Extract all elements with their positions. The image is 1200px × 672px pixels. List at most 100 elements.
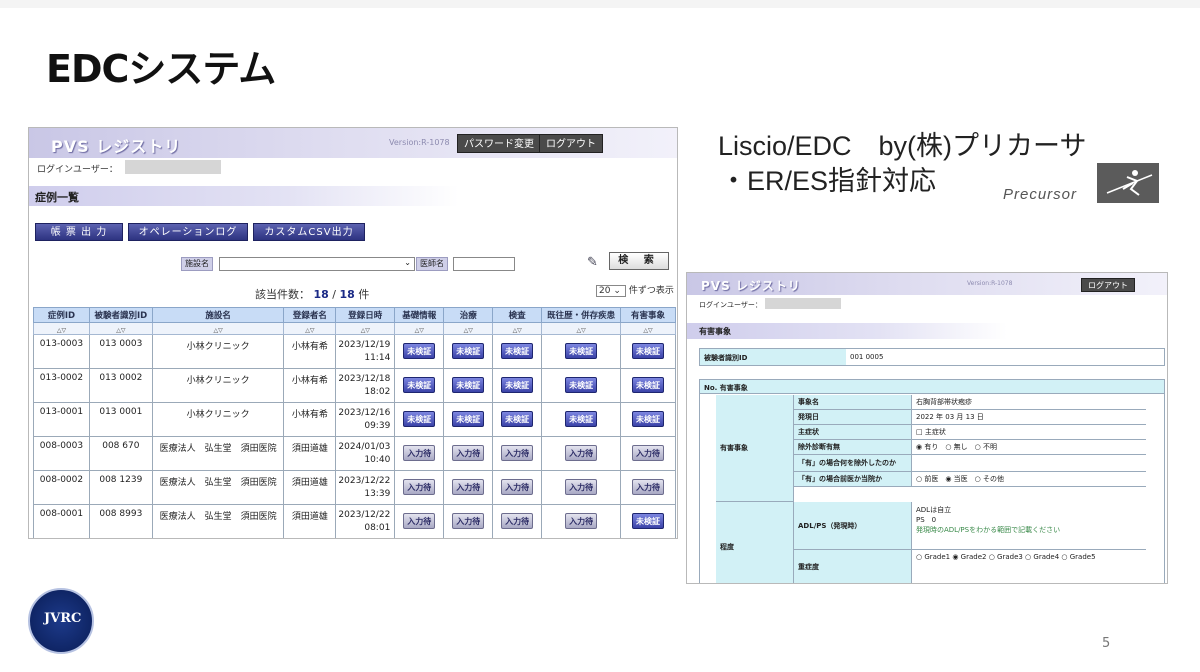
- custom-csv-button[interactable]: カスタムCSV出力: [253, 223, 365, 241]
- status-cell: 入力待: [541, 504, 622, 538]
- detail-login-label: ログインユーザー：: [699, 301, 762, 309]
- status-cell: 未検証: [443, 402, 494, 437]
- per-page-select[interactable]: 20 ⌄: [596, 285, 626, 297]
- facility-cell: 小林クリニック: [151, 334, 285, 369]
- sort-toggle-icon[interactable]: △▽: [33, 322, 90, 335]
- status-badge-button[interactable]: 未検証: [632, 343, 664, 359]
- status-cell: 未検証: [492, 368, 543, 403]
- operation-log-button[interactable]: オペレーションログ: [128, 223, 248, 241]
- grade-label: 重症度: [794, 550, 912, 583]
- sort-toggle-icon[interactable]: △▽: [492, 322, 543, 335]
- status-badge-button[interactable]: 未検証: [452, 411, 485, 427]
- sort-toggle-icon[interactable]: △▽: [394, 322, 445, 335]
- column-header[interactable]: 既往歴・併存疾患: [541, 307, 622, 323]
- status-badge-button[interactable]: 未検証: [403, 411, 436, 427]
- status-badge-button[interactable]: 未検証: [403, 343, 436, 359]
- status-cell: 未検証: [443, 334, 494, 369]
- ae-field-value[interactable]: ◉ 有り ○ 無し ○ 不明: [912, 440, 1146, 455]
- status-badge-button[interactable]: 未検証: [632, 377, 664, 393]
- status-badge-button[interactable]: 入力待: [403, 445, 436, 461]
- search-button[interactable]: 検 索: [609, 252, 669, 270]
- ae-field-value[interactable]: □ 主症状: [912, 425, 1146, 440]
- status-badge-button[interactable]: 入力待: [452, 513, 485, 529]
- column-header[interactable]: 施設名: [151, 307, 285, 323]
- sort-toggle-icon[interactable]: △▽: [88, 322, 153, 335]
- status-badge-button[interactable]: 未検証: [452, 377, 485, 393]
- sort-toggle-icon[interactable]: △▽: [541, 322, 622, 335]
- form-header: No. 有害事象: [700, 380, 1164, 394]
- column-header[interactable]: 検査: [492, 307, 543, 323]
- column-header[interactable]: 有害事象: [620, 307, 676, 323]
- registered-date: 2024/01/03: [338, 442, 391, 452]
- status-badge-button[interactable]: 未検証: [452, 343, 485, 359]
- column-header[interactable]: 症例ID: [33, 307, 90, 323]
- status-badge-button[interactable]: 未検証: [501, 343, 534, 359]
- pencil-icon[interactable]: ✎: [587, 255, 598, 270]
- status-badge-button[interactable]: 入力待: [565, 513, 598, 529]
- table-row[interactable]: 013-0003 013 0003 小林クリニック 小林有希 2023/12/19 11:…: [33, 334, 676, 369]
- status-badge-button[interactable]: 入力待: [452, 445, 485, 461]
- ae-field-label: 「有」の場合前医か当院か: [794, 472, 912, 487]
- status-badge-button[interactable]: 入力待: [501, 513, 534, 529]
- status-badge-button[interactable]: 入力待: [565, 445, 598, 461]
- column-header[interactable]: 治療: [443, 307, 494, 323]
- status-badge-button[interactable]: 入力待: [565, 479, 598, 495]
- ae-field-value[interactable]: [912, 455, 1146, 472]
- case-id-cell: 013-0001: [33, 402, 90, 437]
- sort-toggle-icon[interactable]: △▽: [151, 322, 285, 335]
- detail-login-value: [765, 298, 841, 309]
- status-badge-button[interactable]: 未検証: [501, 377, 534, 393]
- grade-radio-group[interactable]: ○ Grade1 ◉ Grade2 ○ Grade3 ○ Grade4 ○ Gr…: [912, 550, 1146, 583]
- registered-date: 2023/12/16: [338, 408, 391, 418]
- table-row[interactable]: 008-0002 008 1239 医療法人 弘生堂 須田医院 須田道雄 2023/12…: [33, 470, 676, 505]
- status-badge-button[interactable]: 入力待: [632, 479, 664, 495]
- ae-field-value[interactable]: 2022 年 03 月 13 日: [912, 410, 1146, 425]
- status-badge-button[interactable]: 未検証: [565, 411, 598, 427]
- status-badge-button[interactable]: 入力待: [632, 445, 664, 461]
- facility-cell: 医療法人 弘生堂 須田医院: [151, 470, 285, 505]
- column-header[interactable]: 登録日時: [335, 307, 396, 323]
- facility-select[interactable]: ⌄: [219, 257, 415, 271]
- registrant-cell: 須田道雄: [283, 504, 337, 538]
- table-row[interactable]: 008-0003 008 670 医療法人 弘生堂 須田医院 須田道雄 2024/01/…: [33, 436, 676, 471]
- column-header[interactable]: 登録者名: [283, 307, 337, 323]
- table-row[interactable]: 013-0002 013 0002 小林クリニック 小林有希 2023/12/18 18:…: [33, 368, 676, 403]
- sort-toggle-icon[interactable]: △▽: [335, 322, 396, 335]
- logout-button[interactable]: ログアウト: [539, 134, 603, 153]
- sort-toggle-icon[interactable]: △▽: [443, 322, 494, 335]
- ae-field-label: 発現日: [794, 410, 912, 425]
- ae-field-value[interactable]: 右胸背部帯状疱疹: [912, 395, 1146, 410]
- subject-id-value: 001 0005: [850, 353, 884, 361]
- report-output-button[interactable]: 帳 票 出 力: [35, 223, 123, 241]
- top-strip: [0, 0, 1200, 8]
- column-header[interactable]: 被験者識別ID: [88, 307, 153, 323]
- status-badge-button[interactable]: 入力待: [501, 479, 534, 495]
- sort-toggle-icon[interactable]: △▽: [620, 322, 676, 335]
- status-badge-button[interactable]: 未検証: [565, 377, 598, 393]
- registered-date: 2023/12/19: [338, 340, 391, 350]
- column-header[interactable]: 基礎情報: [394, 307, 445, 323]
- table-row[interactable]: 013-0001 013 0001 小林クリニック 小林有希 2023/12/16 09:…: [33, 402, 676, 437]
- adl-value[interactable]: ADLは自立 PS 0 発現時のADL/PSをわかる範囲で記載ください: [912, 502, 1146, 550]
- status-cell: 入力待: [394, 504, 445, 538]
- table-row[interactable]: 008-0001 008 8993 医療法人 弘生堂 須田医院 須田道雄 2023/12…: [33, 504, 676, 538]
- registrant-cell: 須田道雄: [283, 470, 337, 505]
- case-id-cell: 013-0003: [33, 334, 90, 369]
- status-badge-button[interactable]: 入力待: [501, 445, 534, 461]
- precursor-logo: [1097, 163, 1159, 203]
- sort-toggle-icon[interactable]: △▽: [283, 322, 337, 335]
- ae-field-value[interactable]: ○ 前医 ◉ 当医 ○ その他: [912, 472, 1146, 487]
- status-badge-button[interactable]: 未検証: [632, 513, 664, 529]
- doctor-input[interactable]: [453, 257, 515, 271]
- status-badge-button[interactable]: 未検証: [403, 377, 436, 393]
- status-badge-button[interactable]: 入力待: [403, 479, 436, 495]
- password-change-button[interactable]: パスワード変更: [457, 134, 541, 153]
- detail-logout-button[interactable]: ログアウト: [1081, 278, 1135, 292]
- status-badge-button[interactable]: 入力待: [452, 479, 485, 495]
- subject-id-cell: 008 1239: [88, 470, 153, 505]
- status-badge-button[interactable]: 未検証: [501, 411, 534, 427]
- status-badge-button[interactable]: 未検証: [632, 411, 664, 427]
- result-count: 該当件数： 18 / 18 件: [255, 288, 370, 301]
- status-badge-button[interactable]: 未検証: [565, 343, 598, 359]
- status-badge-button[interactable]: 入力待: [403, 513, 436, 529]
